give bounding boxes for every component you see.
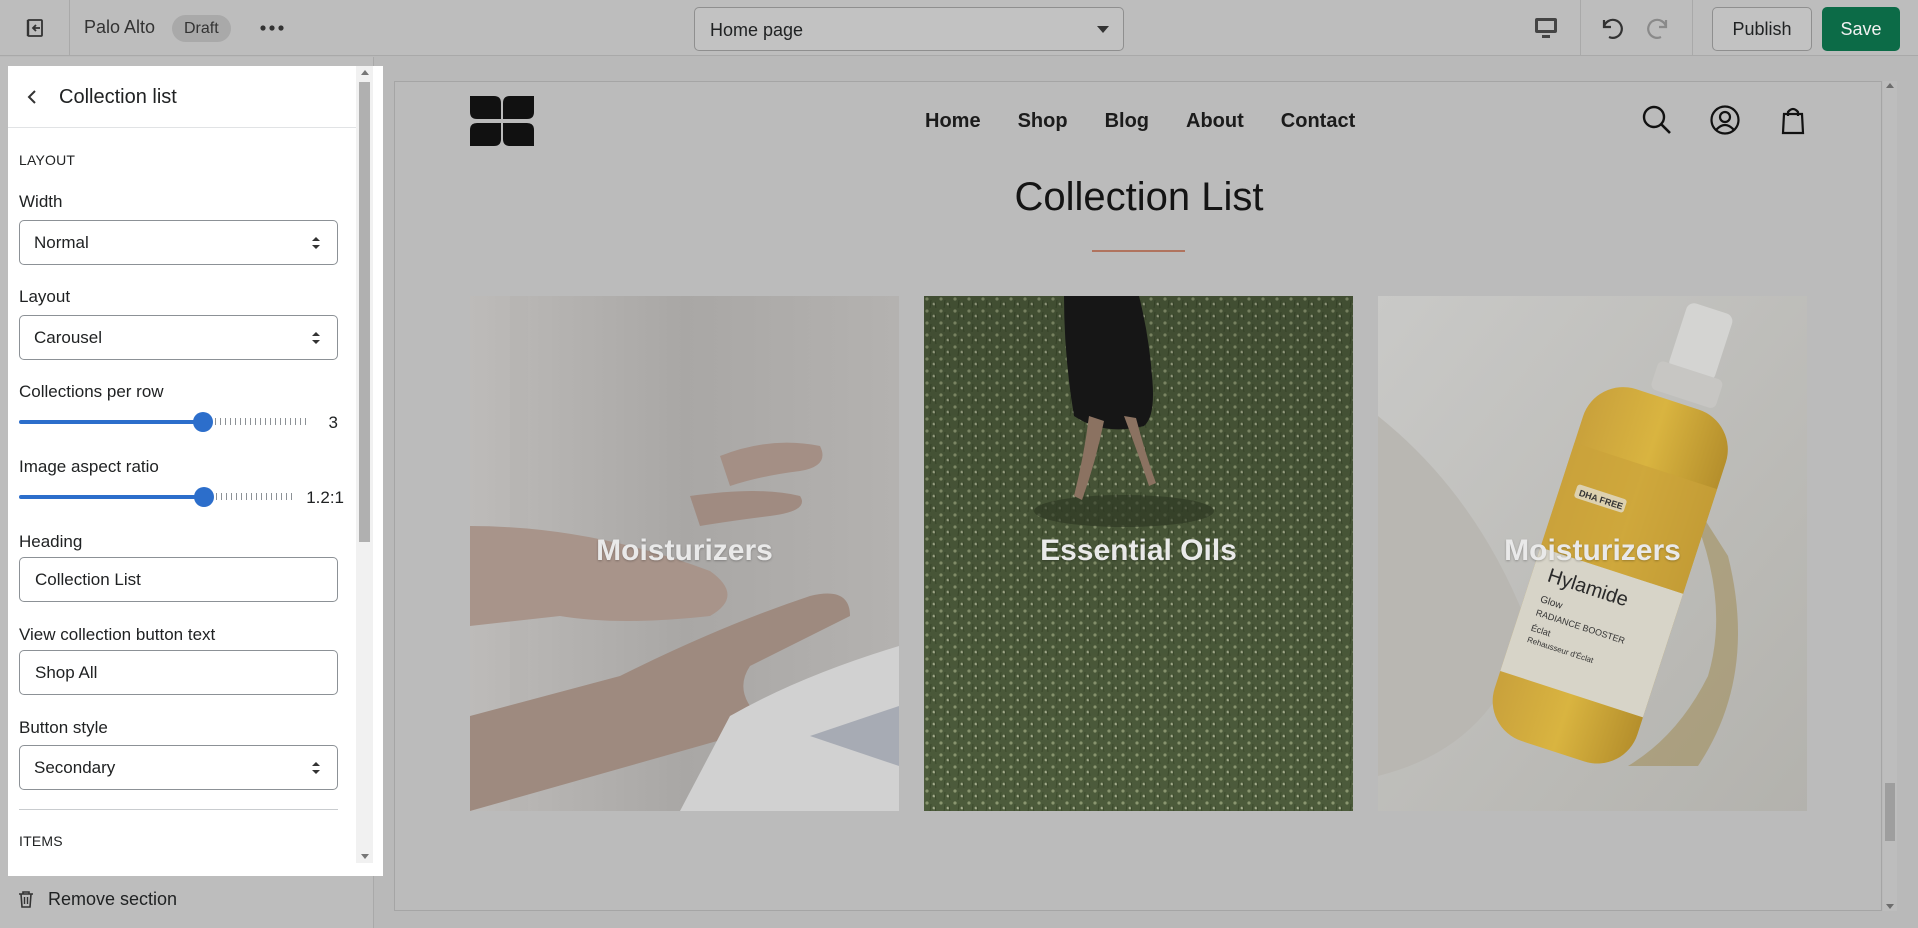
- select-arrows-icon: [312, 237, 320, 249]
- slider-ticks: [216, 493, 296, 500]
- slider-ticks: [215, 418, 307, 425]
- trash-icon: [19, 891, 33, 908]
- image-aspect-ratio-label: Image aspect ratio: [19, 457, 159, 476]
- shopping-bag-icon[interactable]: [1777, 104, 1809, 136]
- remove-section-label: Remove section: [48, 888, 178, 909]
- panel-scrollbar[interactable]: [356, 66, 373, 863]
- top-bar: Palo Alto Draft Home page Publish Save: [0, 0, 1918, 56]
- exit-icon: [26, 19, 43, 37]
- collection-card[interactable]: DHA FREE Hylamide Glow RADIANCE BOOSTER …: [1378, 296, 1807, 811]
- collection-card-label: Moisturizers: [1504, 534, 1681, 567]
- status-badge: Draft: [172, 15, 231, 42]
- layout-select[interactable]: Carousel: [19, 315, 338, 360]
- select-arrows-icon: [312, 332, 320, 344]
- heading-label: Heading: [19, 532, 83, 551]
- width-select-value: Normal: [34, 233, 89, 252]
- slider-track-fill: [19, 495, 204, 499]
- undo-icon[interactable]: [1597, 14, 1627, 42]
- account-icon[interactable]: [1709, 104, 1741, 136]
- slider-thumb[interactable]: [194, 487, 214, 507]
- more-horizontal-icon: [260, 25, 284, 31]
- toolbar-divider: [1580, 0, 1581, 56]
- items-section-heading: ITEMS: [19, 833, 63, 849]
- toolbar-divider: [1692, 0, 1693, 56]
- nav-contact[interactable]: Contact: [1281, 110, 1355, 133]
- image-aspect-ratio-slider[interactable]: [19, 487, 296, 507]
- heading-underline: [1092, 250, 1185, 252]
- image-aspect-ratio-value: 1.2:1: [306, 488, 344, 507]
- panel-header: Collection list: [8, 66, 356, 128]
- select-arrows-icon: [312, 762, 320, 774]
- collections-per-row-label: Collections per row: [19, 382, 164, 401]
- search-icon[interactable]: [1641, 104, 1673, 136]
- preview-scrollbar-thumb[interactable]: [1885, 783, 1895, 841]
- collection-card-label: Essential Oils: [1040, 534, 1237, 567]
- store-logo-icon[interactable]: [470, 96, 534, 146]
- section-divider: [19, 809, 338, 810]
- nav-home[interactable]: Home: [925, 110, 981, 133]
- collection-card-label: Moisturizers: [596, 534, 773, 567]
- layout-select-value: Carousel: [34, 328, 103, 347]
- layout-label: Layout: [19, 287, 71, 306]
- redo-icon[interactable]: [1643, 14, 1673, 42]
- panel-title: Collection list: [59, 86, 177, 108]
- view-collection-button-text-field[interactable]: [19, 650, 338, 695]
- remove-section-button[interactable]: Remove section: [18, 888, 177, 910]
- view-collection-button-text-label: View collection button text: [19, 625, 216, 644]
- layout-section-heading: LAYOUT: [19, 152, 76, 168]
- panel-scrollbar-thumb[interactable]: [359, 82, 370, 542]
- exit-button[interactable]: [0, 0, 70, 56]
- button-style-label: Button style: [19, 718, 108, 737]
- collections-per-row-value: 3: [328, 413, 338, 432]
- chevron-down-icon: [1097, 26, 1109, 33]
- heading-field[interactable]: [19, 557, 338, 602]
- nav-about[interactable]: About: [1186, 110, 1244, 133]
- section-settings-panel: Collection list LAYOUT Width Normal Layo…: [8, 66, 383, 876]
- view-collection-button-text-input[interactable]: [35, 651, 325, 694]
- more-actions-button[interactable]: [258, 16, 286, 40]
- preview-scrollbar[interactable]: [1883, 81, 1897, 911]
- button-style-select-value: Secondary: [34, 758, 116, 777]
- width-label: Width: [19, 192, 63, 211]
- width-select[interactable]: Normal: [19, 220, 338, 265]
- save-button[interactable]: Save: [1822, 7, 1900, 51]
- scroll-down-icon[interactable]: [1886, 904, 1894, 909]
- collection-card[interactable]: Moisturizers: [470, 296, 899, 811]
- back-arrow-icon[interactable]: [22, 86, 42, 108]
- nav-shop[interactable]: Shop: [1018, 110, 1068, 133]
- page-select[interactable]: Home page: [694, 7, 1124, 51]
- desktop-icon[interactable]: [1530, 14, 1562, 42]
- page-select-value: Home page: [710, 20, 804, 40]
- heading-input[interactable]: [35, 558, 325, 601]
- slider-track-fill: [19, 420, 203, 424]
- nav-blog[interactable]: Blog: [1105, 110, 1149, 133]
- store-preview: Home Shop Blog About Contact Collection …: [394, 81, 1882, 911]
- collections-per-row-slider[interactable]: [19, 412, 307, 432]
- button-style-select[interactable]: Secondary: [19, 745, 338, 790]
- store-name: Palo Alto: [84, 17, 156, 37]
- publish-button[interactable]: Publish: [1712, 7, 1812, 51]
- scroll-up-icon[interactable]: [1886, 83, 1894, 88]
- scroll-down-icon[interactable]: [361, 854, 369, 859]
- scroll-up-icon[interactable]: [361, 70, 369, 75]
- slider-thumb[interactable]: [193, 412, 213, 432]
- main-navigation: Home Shop Blog About Contact: [925, 110, 1355, 133]
- collection-card[interactable]: Essential Oils: [924, 296, 1353, 811]
- collection-list-heading: Collection List: [1014, 175, 1264, 219]
